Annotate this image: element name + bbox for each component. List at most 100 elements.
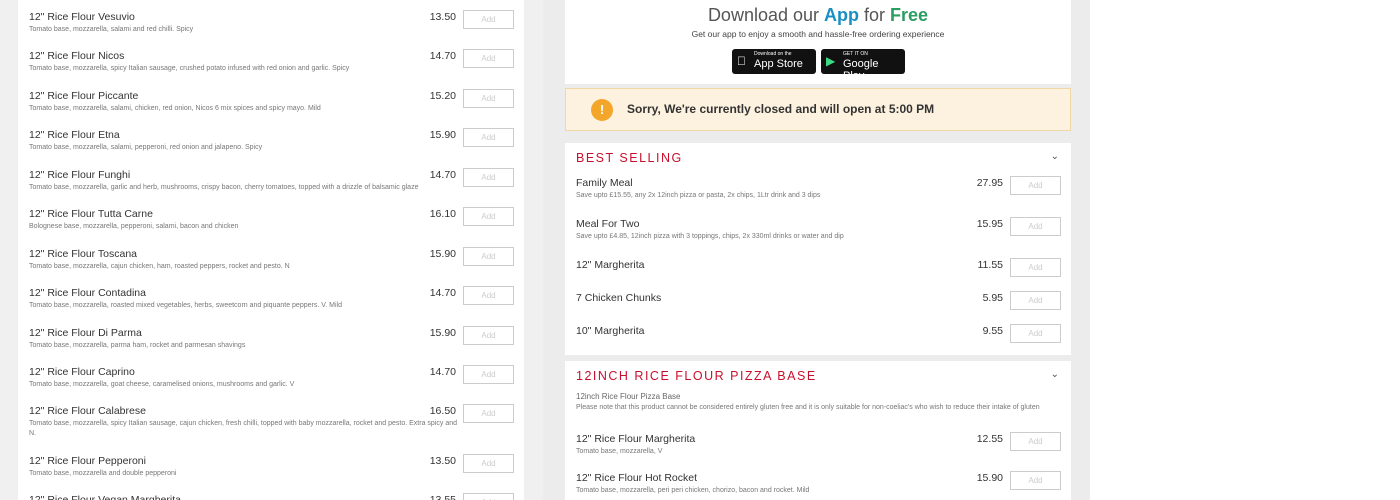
app-title-pre: Download our (707, 5, 825, 25)
add-button[interactable]: Add (463, 128, 514, 147)
menu-item-price: 15.95 (976, 218, 1003, 230)
menu-item-price: 14.70 (429, 366, 456, 378)
add-button[interactable]: Add (1010, 176, 1061, 195)
menu-item-desc: Tomato base, mozzarella, goat cheese, ca… (29, 381, 295, 388)
menu-item-name: 12" Rice Flour Di Parma (29, 327, 142, 339)
add-button[interactable]: Add (463, 365, 514, 384)
menu-item-name: 12" Rice Flour Etna (29, 129, 120, 141)
menu-item-name: 12" Rice Flour Vesuvio (29, 11, 135, 23)
closed-notice-text: Sorry, We're currently closed and will o… (627, 102, 935, 116)
menu-item-price: 13.50 (429, 11, 456, 23)
menu-item-name: 12" Rice Flour Margherita (576, 433, 696, 445)
menu-item-desc: Tomato base, mozzarella, spicy Italian s… (29, 65, 350, 72)
menu-item-desc: Tomato base, mozzarella, garlic and herb… (29, 184, 419, 191)
add-button[interactable]: Add (463, 247, 514, 266)
right-column: Download our App for Free Get our app to… (543, 0, 1090, 500)
add-button[interactable]: Add (463, 168, 514, 187)
best-selling-title[interactable]: BEST SELLING (576, 151, 683, 165)
app-title-mid: for (859, 5, 891, 25)
menu-item-price: 15.90 (429, 327, 456, 339)
menu-item-price: 14.70 (429, 169, 456, 181)
menu-item-desc: Tomato base, mozzarella, cajun chicken, … (29, 263, 290, 270)
menu-item-price: 13.50 (429, 455, 456, 467)
google-play-button[interactable]: ▶ GET IT ON Google Play (821, 49, 905, 82)
add-button[interactable]: Add (1010, 432, 1061, 451)
menu-item-desc: Tomato base, mozzarella, salami, chicken… (29, 105, 321, 112)
rice-flour-section: 12INCH RICE FLOUR PIZZA BASE ⌄ 12inch Ri… (565, 361, 1071, 500)
googleplay-small-text: GET IT ON (843, 51, 868, 57)
menu-item-price: 16.10 (429, 208, 456, 220)
add-button[interactable]: Add (463, 493, 514, 500)
menu-item-desc: Save upto £4.85, 12inch pizza with 3 top… (576, 233, 844, 240)
menu-item-desc: Tomato base, mozzarella, spicy Italian s… (29, 420, 457, 437)
menu-item-name: 12" Rice Flour Pepperoni (29, 455, 146, 467)
menu-item-name: 12" Rice Flour Caprino (29, 366, 135, 378)
menu-item-price: 14.70 (429, 287, 456, 299)
add-button[interactable]: Add (463, 207, 514, 226)
section-note-title: 12inch Rice Flour Pizza Base (576, 392, 681, 401)
menu-item-desc: Tomato base, mozzarella, roasted mixed v… (29, 302, 342, 309)
menu-item-desc: Tomato base, mozzarella, salami and red … (29, 26, 194, 33)
menu-item-name: 12" Rice Flour Toscana (29, 248, 138, 260)
menu-item-desc: Tomato base, mozzarella, V (576, 448, 663, 455)
menu-item-desc: Save upto £15.55, any 2x 12inch pizza or… (576, 192, 821, 199)
appstore-small-text: Download on the (754, 51, 792, 57)
menu-item-name: 12" Margherita (576, 259, 645, 271)
info-icon: ! (591, 99, 613, 121)
menu-item-name: 12" Rice Flour Tutta Carne (29, 208, 153, 220)
add-button[interactable]: Add (463, 326, 514, 345)
section-note-desc: Please note that this product cannot be … (576, 404, 1040, 411)
app-download-banner: Download our App for Free Get our app to… (565, 0, 1071, 84)
menu-item-name: 12" Rice Flour Calabrese (29, 405, 146, 417)
add-button[interactable]: Add (463, 49, 514, 68)
menu-item-price: 9.55 (982, 325, 1003, 337)
menu-item-price: 15.90 (429, 248, 456, 260)
menu-item-price: 13.55 (429, 494, 456, 500)
rice-flour-title[interactable]: 12INCH RICE FLOUR PIZZA BASE (576, 369, 817, 383)
menu-item-desc: Tomato base, mozzarella, parma ham, rock… (29, 342, 246, 349)
menu-item-name: Family Meal (576, 177, 633, 189)
googleplay-big-text: Google Play (843, 58, 879, 82)
app-store-button[interactable]:  Download on the App Store (732, 49, 816, 74)
menu-item-price: 15.20 (429, 90, 456, 102)
menu-item-desc: Tomato base, mozzarella, peri peri chick… (576, 487, 810, 494)
menu-item-name: 12" Rice Flour Hot Rocket (576, 472, 698, 484)
add-button[interactable]: Add (463, 286, 514, 305)
menu-item-name: 12" Rice Flour Nicos (29, 50, 125, 62)
chevron-down-icon[interactable]: ⌄ (1051, 369, 1059, 380)
best-selling-section: BEST SELLING ⌄ Family Meal Save upto £15.… (565, 143, 1071, 355)
page-right-margin (1090, 0, 1400, 500)
menu-item-desc: Tomato base, mozzarella and double peppe… (29, 470, 177, 477)
appstore-big-text: App Store (754, 58, 803, 70)
add-button[interactable]: Add (1010, 258, 1061, 277)
menu-item-price: 16.50 (429, 405, 456, 417)
add-button[interactable]: Add (463, 404, 514, 423)
menu-item-price: 14.70 (429, 50, 456, 62)
add-button[interactable]: Add (1010, 324, 1061, 343)
google-play-icon: ▶ (826, 54, 836, 68)
menu-item-name: 10" Margherita (576, 325, 645, 337)
menu-item-price: 12.55 (976, 433, 1003, 445)
add-button[interactable]: Add (1010, 291, 1061, 310)
apple-icon:  (737, 54, 746, 68)
menu-item-name: 12" Rice Flour Vegan Margherita (29, 494, 181, 500)
chevron-down-icon[interactable]: ⌄ (1051, 151, 1059, 162)
app-banner-title: Download our App for Free (565, 5, 1071, 26)
menu-item-name: 12" Rice Flour Contadina (29, 287, 146, 299)
menu-item-name: Meal For Two (576, 218, 640, 230)
menu-item-desc: Bolognese base, mozzarella, pepperoni, s… (29, 223, 239, 230)
menu-item-name: 12" Rice Flour Funghi (29, 169, 131, 181)
app-banner-subtitle: Get our app to enjoy a smooth and hassle… (691, 29, 945, 39)
add-button[interactable]: Add (463, 454, 514, 473)
menu-item-price: 11.55 (977, 259, 1004, 271)
add-button[interactable]: Add (1010, 217, 1061, 236)
add-button[interactable]: Add (463, 10, 514, 29)
menu-item-price: 15.90 (976, 472, 1003, 484)
add-button[interactable]: Add (463, 89, 514, 108)
menu-item-name: 12" Rice Flour Piccante (29, 90, 139, 102)
app-title-app: App (824, 5, 860, 25)
menu-item-desc: Tomato base, mozzarella, salami, peppero… (29, 144, 263, 151)
add-button[interactable]: Add (1010, 471, 1061, 490)
closed-notice: ! Sorry, We're currently closed and will… (565, 88, 1071, 131)
app-title-free: Free (890, 5, 929, 25)
